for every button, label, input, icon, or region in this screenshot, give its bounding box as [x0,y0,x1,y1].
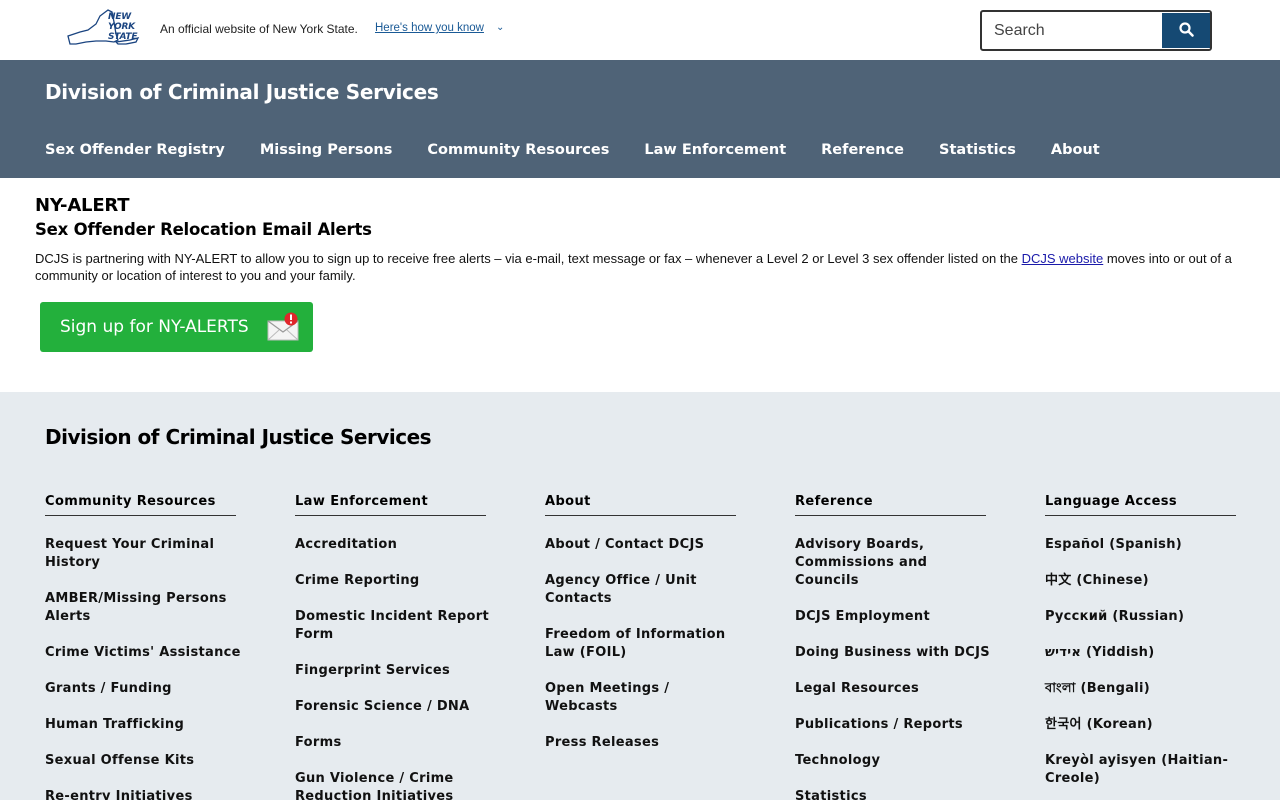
page-subtitle: Sex Offender Relocation Email Alerts [35,220,372,239]
heres-how-you-know-link[interactable]: Here's how you know [375,22,484,34]
footer-link[interactable]: Re-entry Initiatives [45,788,241,800]
footer-link[interactable]: Forms [295,734,491,752]
nav-reference[interactable]: Reference [821,142,904,158]
main-content: NY-ALERT Sex Offender Relocation Email A… [35,195,1245,352]
dcjs-website-link[interactable]: DCJS website [1022,251,1104,266]
nav-community-resources[interactable]: Community Resources [427,142,609,158]
footer-link[interactable]: Statistics [795,788,991,800]
language-link-bengali[interactable]: বাংলা (Bengali) [1045,680,1241,698]
footer-link[interactable]: Forensic Science / DNA [295,698,491,716]
search-button[interactable] [1162,13,1210,48]
ny-state-logo[interactable]: NEW YORK STATE [66,8,142,52]
footer-column-language-access: Language Access Español (Spanish) 中文 (Ch… [1045,494,1241,800]
footer-link[interactable]: Legal Resources [795,680,991,698]
intro-paragraph: DCJS is partnering with NY-ALERT to allo… [35,250,1235,284]
ny-logo-text: NEW YORK STATE [108,12,138,42]
footer-link[interactable]: Gun Violence / Crime Reduction Initiativ… [295,770,491,800]
footer-column-law-enforcement: Law Enforcement Accreditation Crime Repo… [295,494,491,800]
footer-column-heading: About [545,494,736,516]
signup-button-label: Sign up for NY-ALERTS [60,317,249,337]
footer-link[interactable]: Freedom of Information Law (FOIL) [545,626,741,662]
language-link-korean[interactable]: 한국어 (Korean) [1045,716,1241,734]
official-website-text: An official website of New York State. [160,22,358,36]
footer-link[interactable]: Human Trafficking [45,716,241,734]
alert-envelope-icon [267,312,299,341]
language-link-chinese[interactable]: 中文 (Chinese) [1045,572,1241,590]
language-link-haitian-creole[interactable]: Kreyòl ayisyen (Haitian-Creole) [1045,752,1241,788]
universal-topbar: NEW YORK STATE An official website of Ne… [0,0,1280,60]
nav-missing-persons[interactable]: Missing Persons [260,142,393,158]
footer-link[interactable]: Open Meetings / Webcasts [545,680,741,716]
nav-statistics[interactable]: Statistics [939,142,1016,158]
intro-text-start: DCJS is partnering with NY-ALERT to allo… [35,251,1022,266]
agency-header: Division of Criminal Justice Services Se… [0,60,1280,178]
search-box [980,10,1212,51]
language-link-yiddish[interactable]: אידיש (Yiddish) [1045,644,1241,662]
footer-link[interactable]: Doing Business with DCJS [795,644,991,662]
site-footer: Division of Criminal Justice Services Co… [0,392,1280,800]
footer-column-heading: Reference [795,494,986,516]
agency-title[interactable]: Division of Criminal Justice Services [45,80,439,104]
footer-link[interactable]: Request Your Criminal History [45,536,241,572]
footer-link[interactable]: DCJS Employment [795,608,991,626]
signup-ny-alerts-button[interactable]: Sign up for NY-ALERTS [40,302,313,352]
footer-column-reference: Reference Advisory Boards, Commissions a… [795,494,991,800]
footer-column-heading: Language Access [1045,494,1236,516]
footer-column-heading: Community Resources [45,494,236,516]
language-link-russian[interactable]: Русский (Russian) [1045,608,1241,626]
main-nav: Sex Offender Registry Missing Persons Co… [45,142,1135,158]
language-link-spanish[interactable]: Español (Spanish) [1045,536,1241,554]
footer-link[interactable]: Crime Victims' Assistance [45,644,241,662]
page-title: NY-ALERT [35,195,130,216]
footer-column-about: About About / Contact DCJS Agency Office… [545,494,741,770]
chevron-down-icon[interactable]: ⌄ [496,22,504,33]
footer-agency-title: Division of Criminal Justice Services [45,425,432,449]
footer-link[interactable]: Technology [795,752,991,770]
footer-link[interactable]: Agency Office / Unit Contacts [545,572,741,608]
footer-column-heading: Law Enforcement [295,494,486,516]
footer-link[interactable]: Publications / Reports [795,716,991,734]
footer-link[interactable]: Accreditation [295,536,491,554]
nav-sex-offender-registry[interactable]: Sex Offender Registry [45,142,225,158]
footer-link[interactable]: Grants / Funding [45,680,241,698]
footer-link[interactable]: Crime Reporting [295,572,491,590]
footer-link[interactable]: Sexual Offense Kits [45,752,241,770]
footer-link[interactable]: AMBER/Missing Persons Alerts [45,590,241,626]
nav-law-enforcement[interactable]: Law Enforcement [644,142,786,158]
search-icon [1179,22,1194,37]
footer-link[interactable]: Domestic Incident Report Form [295,608,491,644]
footer-link[interactable]: Advisory Boards, Commissions and Council… [795,536,991,590]
footer-link[interactable]: Fingerprint Services [295,662,491,680]
search-input[interactable] [982,12,1162,49]
footer-link[interactable]: Press Releases [545,734,741,752]
footer-column-community-resources: Community Resources Request Your Crimina… [45,494,241,800]
nav-about[interactable]: About [1051,142,1100,158]
footer-link[interactable]: About / Contact DCJS [545,536,741,554]
